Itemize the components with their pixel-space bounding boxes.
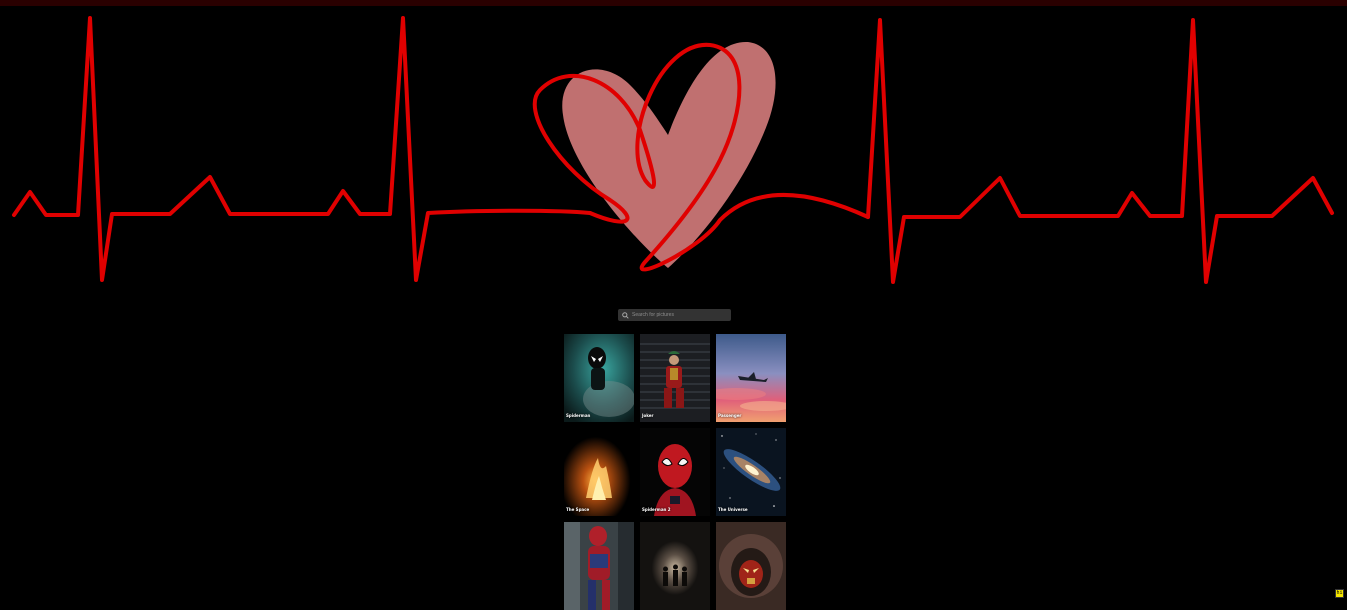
card-caption: The Universe (718, 507, 748, 512)
tunnel-image (640, 522, 710, 610)
gallery-card-the-space[interactable]: The Space (564, 428, 634, 516)
heartbeat-line-left (12, 16, 592, 282)
the-space-image (564, 428, 634, 516)
card-caption: Joker (642, 413, 654, 418)
corner-badge[interactable]: hi (1335, 589, 1344, 598)
card-caption: Spiderman 2 (642, 507, 671, 512)
search-icon (622, 311, 629, 319)
joker-image (640, 334, 710, 422)
gallery-card-spiderman[interactable]: Spiderman (564, 334, 634, 422)
card-caption: The Space (566, 507, 590, 512)
card-caption: Spiderman (566, 413, 591, 418)
gallery-card-tunnel[interactable] (640, 522, 710, 610)
gallery-card-spiderman-figure[interactable] (564, 522, 634, 610)
heartbeat-line-right (866, 18, 1334, 284)
spiderman-image (564, 334, 634, 422)
iron-man-image (716, 522, 786, 610)
gallery-card-passenger[interactable]: Passenger (716, 334, 786, 422)
card-caption: Passenger (718, 413, 742, 418)
gallery-card-the-universe[interactable]: The Universe (716, 428, 786, 516)
spiderman-figure-image (564, 522, 634, 610)
search-input[interactable] (632, 310, 727, 320)
heartbeat-hero (0, 0, 1347, 300)
spiderman-2-image (640, 428, 710, 516)
search-bar[interactable] (618, 309, 731, 321)
gallery-card-iron-man[interactable] (716, 522, 786, 610)
the-universe-image (716, 428, 786, 516)
picture-gallery: Spiderman Joker Passenger The Space Spid… (564, 334, 786, 610)
gallery-card-spiderman-2[interactable]: Spiderman 2 (640, 428, 710, 516)
gallery-card-joker[interactable]: Joker (640, 334, 710, 422)
passenger-image (716, 334, 786, 422)
heartbeat-heart-illustration (12, 16, 1334, 284)
